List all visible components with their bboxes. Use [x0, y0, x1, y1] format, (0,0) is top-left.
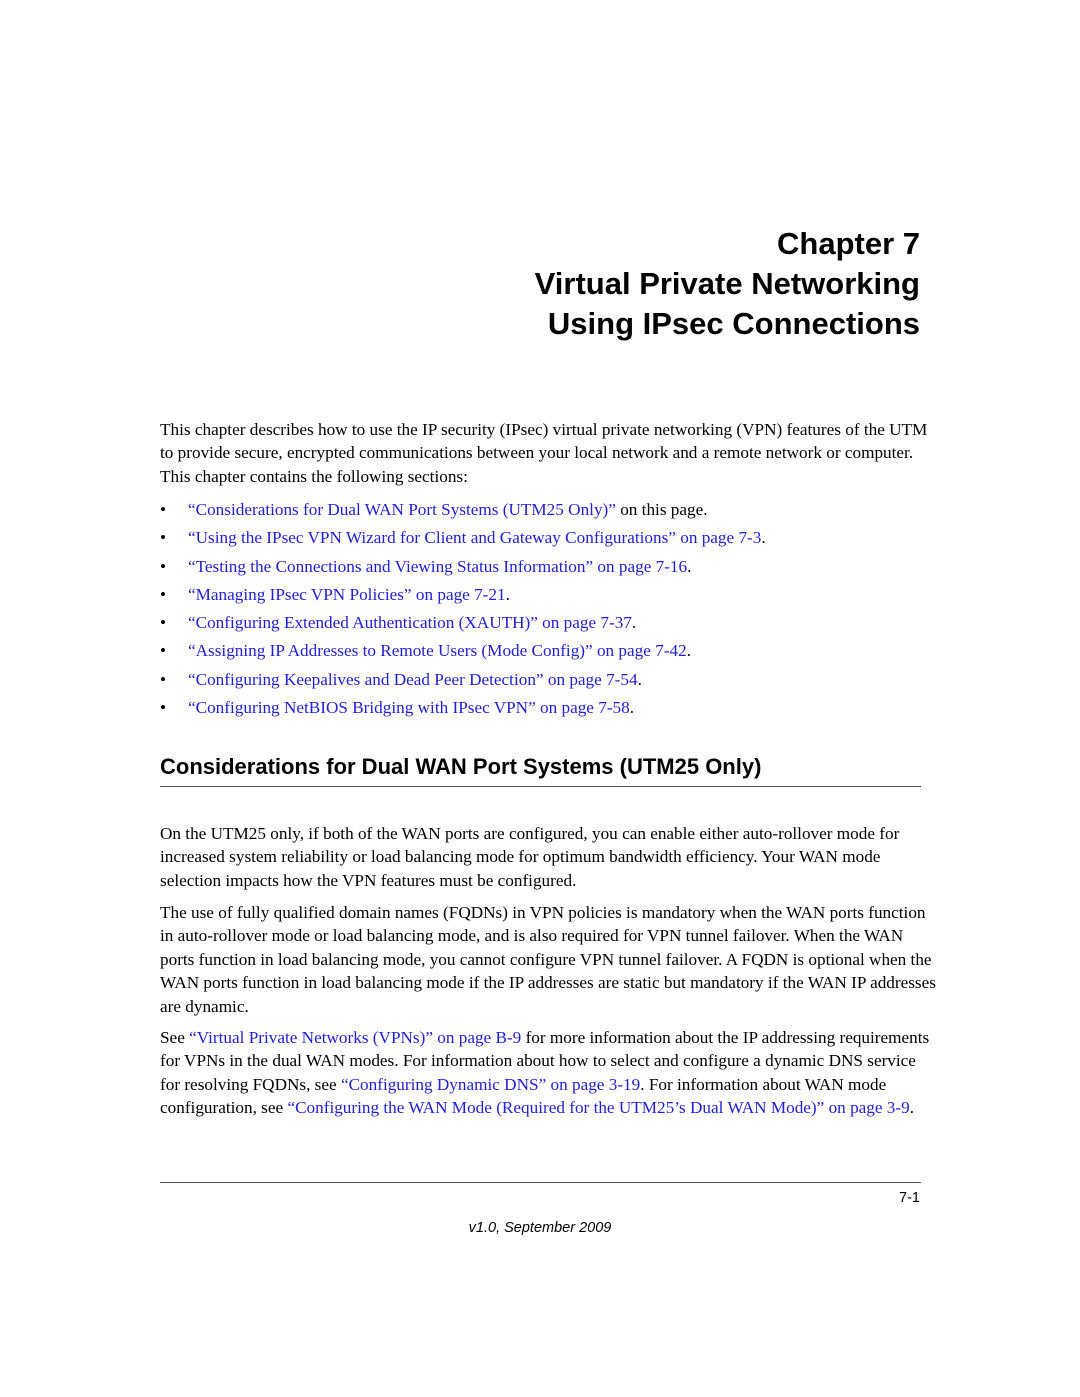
bullet: •	[160, 556, 167, 576]
toc-link-testing-connections[interactable]: “Testing the Connections and Viewing Sta…	[188, 557, 687, 576]
bullet: •	[160, 584, 167, 604]
link-wan-mode[interactable]: “Configuring the WAN Mode (Required for …	[287, 1098, 909, 1117]
link-dynamic-dns[interactable]: “Configuring Dynamic DNS” on page 3-19	[341, 1075, 640, 1094]
list-item: • “Testing the Connections and Viewing St…	[160, 555, 940, 583]
bullet: •	[160, 613, 167, 633]
page-number: 7-1	[899, 1190, 920, 1206]
link-vpns-b9[interactable]: “Virtual Private Networks (VPNs)” on pag…	[189, 1028, 521, 1047]
section-heading: Considerations for Dual WAN Port Systems…	[160, 752, 921, 787]
toc-suffix: on this page.	[615, 500, 708, 519]
toc-suffix: .	[687, 556, 692, 576]
chapter-title-line-1: Virtual Private Networking	[534, 266, 920, 301]
list-item: • “Using the IPsec VPN Wizard for Client …	[160, 526, 940, 554]
intro-paragraph: This chapter describes how to use the IP…	[160, 420, 928, 486]
toc-suffix: .	[761, 528, 766, 548]
toc-suffix: .	[631, 613, 637, 633]
toc-link-mode-config[interactable]: “Assigning IP Addresses to Remote Users …	[188, 641, 687, 660]
bullet: •	[160, 641, 167, 661]
list-item: • “Managing IPsec VPN Policies” on page 7…	[160, 583, 940, 611]
toc-link-managing-policies[interactable]: “Managing IPsec VPN Policies” on page 7-…	[188, 585, 506, 604]
list-item: • “Considerations for Dual WAN Port Syste…	[160, 498, 940, 526]
bullet: •	[160, 698, 167, 718]
paragraph-fqdn: The use of fully qualified domain names …	[160, 903, 936, 1016]
toc-suffix: .	[629, 698, 635, 718]
footer-divider	[160, 1182, 921, 1183]
bullet: •	[160, 669, 167, 689]
toc-link-netbios[interactable]: “Configuring NetBIOS Bridging with IPsec…	[188, 698, 630, 717]
toc-suffix: .	[637, 669, 642, 689]
toc-suffix: .	[686, 641, 691, 661]
bullet: •	[160, 500, 167, 519]
text: .	[909, 1098, 915, 1118]
paragraph-references: See “Virtual Private Networks (VPNs)” on…	[160, 1026, 940, 1120]
document-page: Chapter 7 Virtual Private Networking Usi…	[0, 0, 1080, 1397]
paragraph-wan-modes: On the UTM25 only, if both of the WAN po…	[160, 824, 900, 890]
list-item: • “Configuring NetBIOS Bridging with IPse…	[160, 696, 940, 724]
toc-link-vpn-wizard[interactable]: “Using the IPsec VPN Wizard for Client a…	[188, 528, 761, 547]
toc-suffix: .	[505, 584, 510, 604]
list-item: • “Configuring Extended Authentication (X…	[160, 611, 940, 639]
chapter-title-line-2: Using IPsec Connections	[547, 306, 920, 341]
toc-link-considerations[interactable]: “Considerations for Dual WAN Port System…	[188, 500, 616, 519]
list-item: • “Configuring Keepalives and Dead Peer D…	[160, 668, 940, 696]
bullet: •	[160, 528, 167, 548]
chapter-number: Chapter 7	[777, 226, 920, 261]
version-label: v1.0, September 2009	[468, 1220, 612, 1236]
section-list: • “Considerations for Dual WAN Port Syste…	[160, 498, 940, 724]
list-item: • “Assigning IP Addresses to Remote Users…	[160, 639, 940, 667]
text: See	[160, 1028, 190, 1047]
chapter-heading: Chapter 7 Virtual Private Networking Usi…	[535, 224, 920, 344]
toc-link-keepalives[interactable]: “Configuring Keepalives and Dead Peer De…	[188, 670, 638, 689]
toc-link-xauth[interactable]: “Configuring Extended Authentication (XA…	[188, 613, 632, 632]
